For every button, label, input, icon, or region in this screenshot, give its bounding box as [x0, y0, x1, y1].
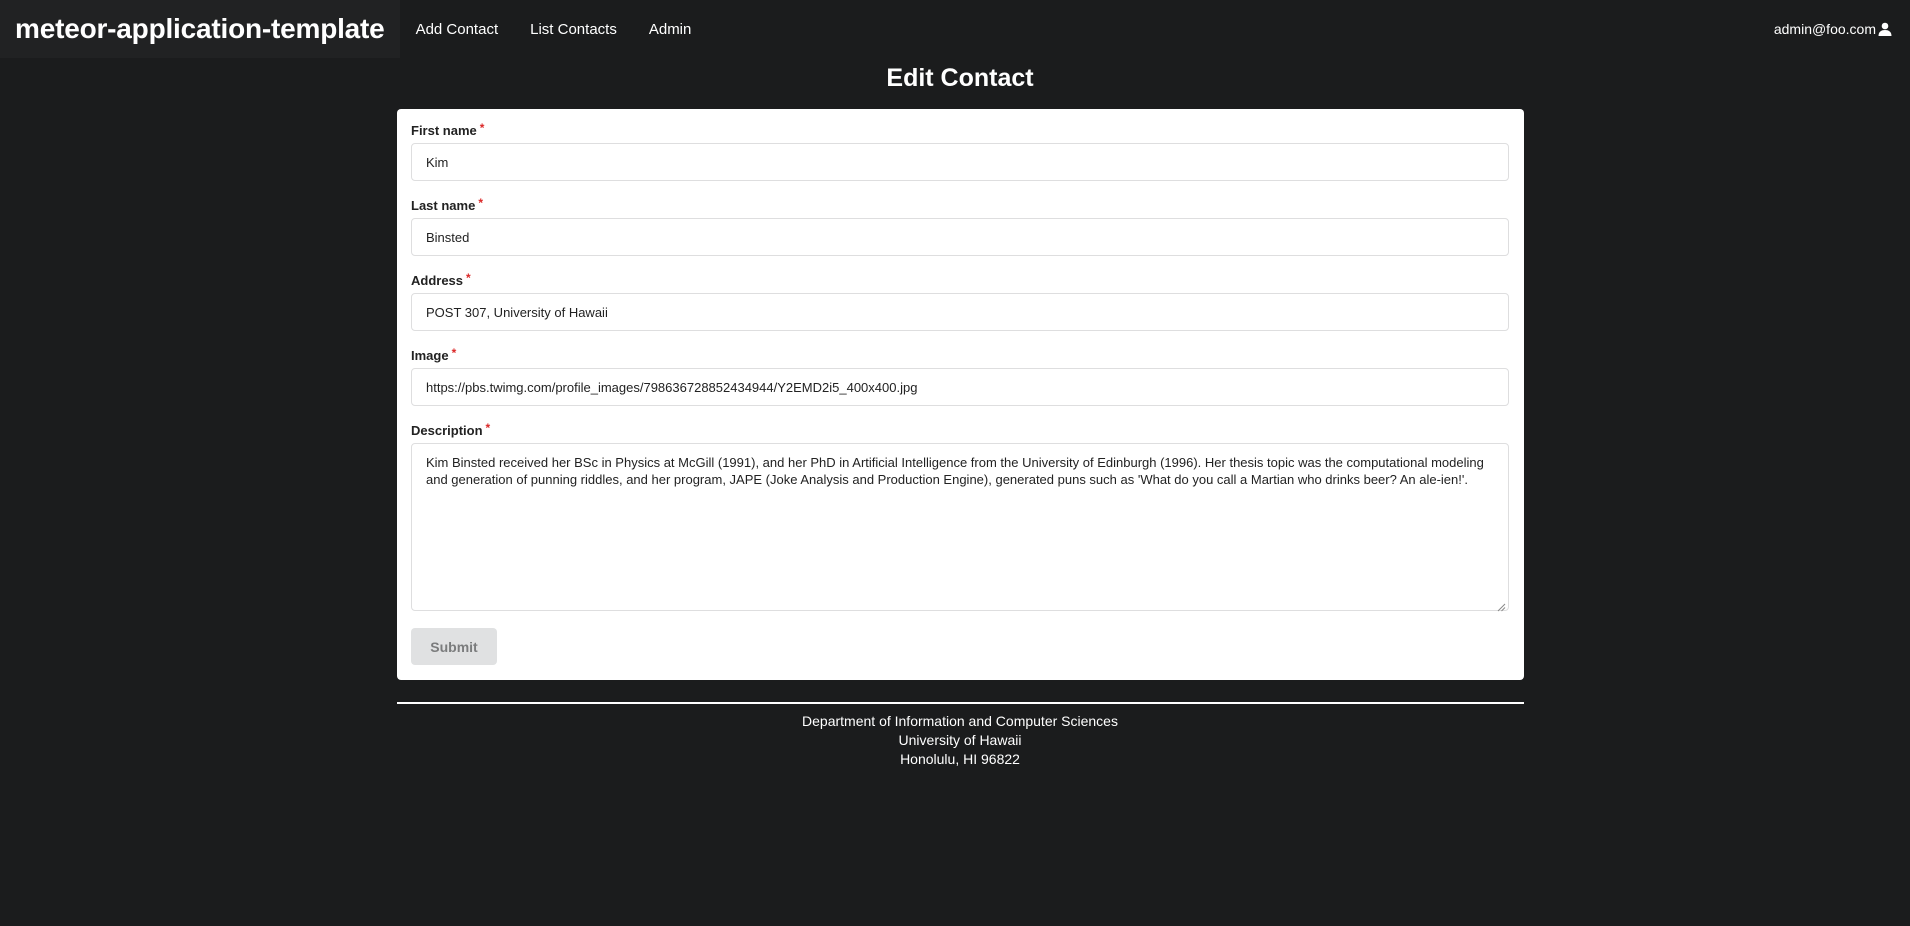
required-marker: * [479, 121, 485, 135]
last-name-label-text: Last name [411, 198, 476, 213]
address-input[interactable]: POST 307, University of Hawaii [411, 293, 1509, 331]
image-label-text: Image [411, 348, 449, 363]
last-name-label: Last name * [411, 196, 1509, 218]
required-marker: * [485, 421, 491, 435]
image-url-input[interactable]: https://pbs.twimg.com/profile_images/798… [411, 368, 1509, 406]
footer-divider [397, 702, 1524, 704]
first-name-input[interactable]: Kim [411, 143, 1509, 181]
first-name-label: First name * [411, 121, 1509, 143]
description-value: Kim Binsted received her BSc in Physics … [426, 455, 1484, 487]
user-email: admin@foo.com [1773, 21, 1876, 37]
address-label-text: Address [411, 273, 464, 288]
description-textarea[interactable]: Kim Binsted received her BSc in Physics … [411, 443, 1509, 612]
required-marker: * [466, 271, 471, 285]
page-title: Edit Contact [886, 64, 1034, 92]
nav-add-contact[interactable]: Add Contact [400, 0, 515, 58]
footer-university: University of Hawaii [898, 732, 1022, 748]
first-name-value: Kim [426, 154, 449, 170]
resize-handle-icon[interactable] [1497, 599, 1506, 612]
first-name-label-text: First name [411, 123, 477, 138]
image-label: Image * [411, 346, 1509, 368]
last-name-field: Last name * Binsted [411, 196, 1509, 256]
required-marker: * [451, 346, 457, 360]
footer-department: Department of Information and Computer S… [802, 713, 1118, 729]
last-name-value: Binsted [426, 229, 470, 245]
description-label-text: Description [411, 423, 483, 438]
user-dropdown[interactable]: admin@foo.com [1774, 0, 1892, 58]
submit-button[interactable]: Submit [411, 628, 497, 665]
last-name-input[interactable]: Binsted [411, 218, 1509, 256]
footer-location: Honolulu, HI 96822 [900, 751, 1020, 767]
required-marker: * [478, 196, 483, 210]
address-label: Address * [411, 271, 1509, 293]
description-field: Description * Kim Binsted received her B… [411, 421, 1509, 612]
description-label: Description * [411, 421, 1509, 443]
address-value: POST 307, University of Hawaii [426, 304, 608, 320]
brand-logo[interactable]: meteor-application-template [0, 0, 400, 58]
top-navbar: meteor-application-template Add Contact … [0, 0, 1910, 58]
nav-admin[interactable]: Admin [633, 0, 708, 58]
image-field: Image * https://pbs.twimg.com/profile_im… [411, 346, 1509, 406]
address-field: Address * POST 307, University of Hawaii [411, 271, 1509, 331]
footer: Department of Information and Computer S… [0, 712, 1910, 769]
nav-list-contacts[interactable]: List Contacts [514, 0, 633, 58]
first-name-field: First name * Kim [411, 121, 1509, 181]
image-url-value: https://pbs.twimg.com/profile_images/798… [426, 379, 918, 395]
user-icon [1878, 22, 1892, 36]
edit-contact-form: First name * Kim Last name * Binsted Add… [397, 109, 1524, 680]
